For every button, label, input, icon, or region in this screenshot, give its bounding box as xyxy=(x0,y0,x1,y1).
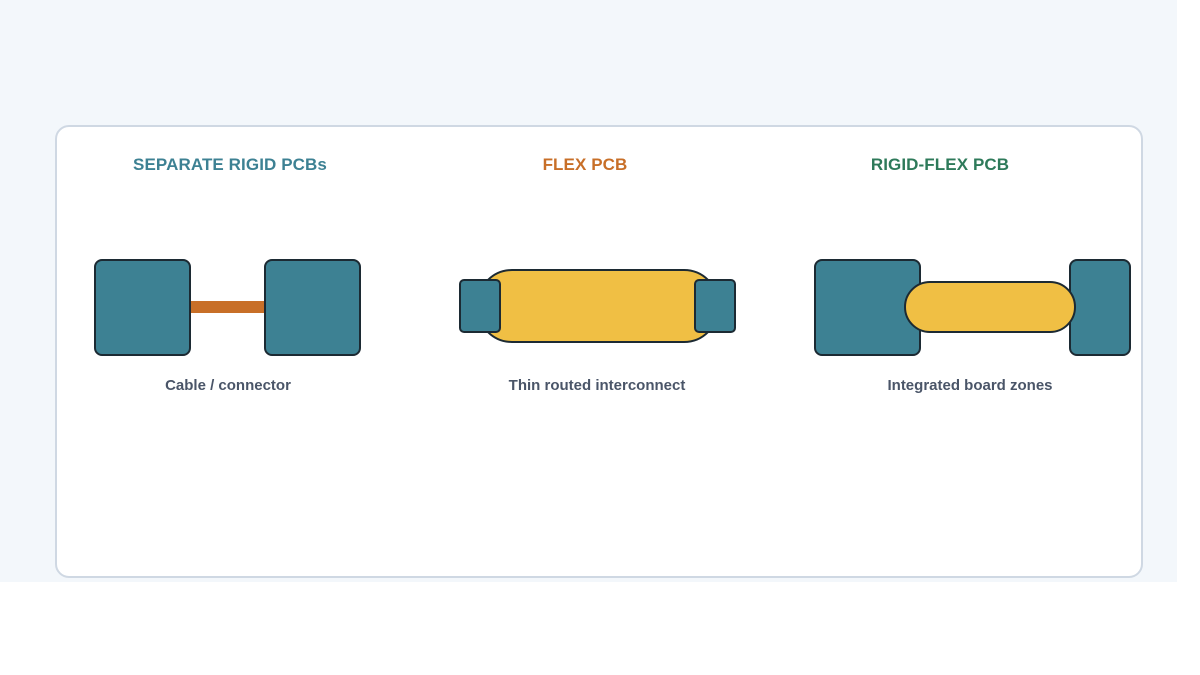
flex-pcb-illustration xyxy=(459,269,736,343)
rigid-board-right xyxy=(264,259,361,356)
separate-rigid-illustration xyxy=(94,259,361,356)
pcb-diagrams xyxy=(94,259,1131,356)
panel-caption-flex: Thin routed interconnect xyxy=(508,377,686,394)
flex-zone xyxy=(904,281,1076,333)
flex-end-stiffener-left xyxy=(459,279,501,333)
rigid-flex-illustration xyxy=(814,259,1131,356)
rigid-zone-right xyxy=(1069,259,1131,356)
rigid-board-left xyxy=(94,259,191,356)
flex-board xyxy=(477,269,719,343)
panel-caption-separate-rigid: Cable / connector xyxy=(165,377,291,394)
flex-end-stiffener-right xyxy=(694,279,736,333)
cable-connector xyxy=(188,301,268,313)
panel-caption-rigid-flex: Integrated board zones xyxy=(887,377,1053,394)
